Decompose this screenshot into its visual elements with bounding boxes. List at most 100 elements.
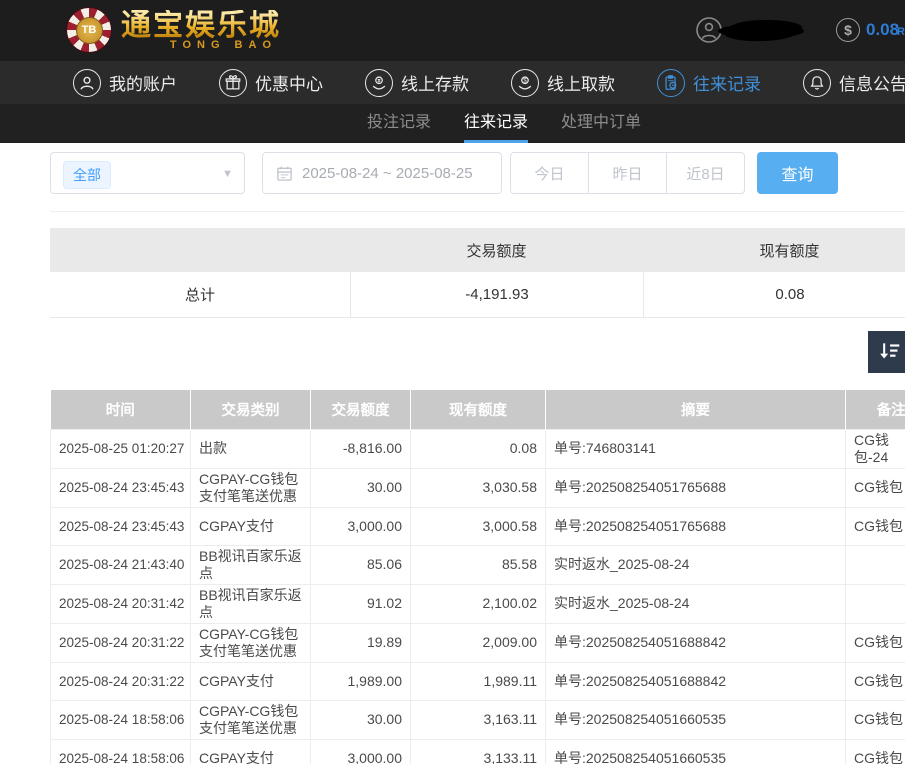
table-row: 2025-08-25 01:20:27 出款 -8,816.00 0.08 单号…: [51, 429, 905, 468]
cell-summary: 实时返水_2025-08-24: [546, 584, 846, 623]
cell-remark: CG钱包: [846, 468, 905, 507]
col-balance: 现有额度: [411, 390, 546, 429]
redacted-username: [724, 19, 803, 43]
top-header: TB 通宝娱乐城 TONG BAO $ 0.08 RMB: [0, 0, 905, 61]
cell-balance: 2,100.02: [411, 584, 546, 623]
nav-item-withdraw[interactable]: $ 线上取款: [511, 69, 619, 97]
cell-remark: CG钱包: [846, 507, 905, 545]
cell-remark: CG钱包: [846, 739, 905, 764]
col-summary: 摘要: [546, 390, 846, 429]
cell-balance: 1,989.11: [411, 662, 546, 700]
summary-total-label: 总计: [50, 272, 350, 317]
col-time: 时间: [51, 390, 191, 429]
nav-item-transaction-records[interactable]: 往来记录: [657, 69, 765, 97]
cell-amount: 3,000.00: [311, 739, 411, 764]
cell-summary: 单号:202508254051765688: [546, 507, 846, 545]
cell-time: 2025-08-24 20:31:22: [51, 623, 191, 662]
nav-label: 信息公告: [839, 70, 905, 95]
today-button[interactable]: 今日: [511, 153, 588, 193]
tab-betting-records[interactable]: 投注记录: [367, 104, 431, 143]
balance-amount: 0.08: [866, 20, 899, 40]
cell-amount: 85.06: [311, 545, 411, 584]
cell-type: CGPAY支付: [191, 507, 311, 545]
main-nav: 我的账户 优惠中心 线上存款 $ 线上取款: [0, 61, 905, 104]
gift-icon: [219, 69, 247, 97]
divider: [50, 211, 905, 212]
col-type: 交易类别: [191, 390, 311, 429]
cell-summary: 单号:746803141: [546, 429, 846, 468]
nav-label: 往来记录: [693, 70, 761, 95]
withdraw-icon: $: [511, 69, 539, 97]
tab-transaction-records[interactable]: 往来记录: [464, 104, 528, 143]
cell-remark: CG钱包: [846, 623, 905, 662]
transactions-table: 时间 交易类别 交易额度 现有额度 摘要 备注 2025-08-25 01:20…: [50, 390, 905, 764]
nav-label: 线上存款: [401, 70, 469, 95]
type-select[interactable]: 全部 ▼: [50, 152, 245, 194]
brand-logo[interactable]: TB 通宝娱乐城 TONG BAO: [66, 7, 281, 53]
cell-amount: 30.00: [311, 700, 411, 739]
cell-balance: 3,000.58: [411, 507, 546, 545]
nav-item-deposit[interactable]: 线上存款: [365, 69, 473, 97]
sub-nav: 投注记录 往来记录 处理中订单: [0, 104, 905, 143]
table-row: 2025-08-24 20:31:42 BB视讯百家乐返点 91.02 2,10…: [51, 584, 905, 623]
summary-header: 交易额度 现有额度: [50, 228, 905, 272]
cell-summary: 实时返水_2025-08-24: [546, 545, 846, 584]
svg-text:$: $: [523, 77, 527, 84]
last-8-days-button[interactable]: 近8日: [666, 153, 744, 193]
cell-time: 2025-08-24 21:43:40: [51, 545, 191, 584]
cell-remark: CG钱包: [846, 700, 905, 739]
calendar-icon: [276, 165, 293, 182]
cell-balance: 2,009.00: [411, 623, 546, 662]
cell-summary: 单号:202508254051660535: [546, 739, 846, 764]
yesterday-button[interactable]: 昨日: [588, 153, 666, 193]
cell-time: 2025-08-24 23:45:43: [51, 507, 191, 545]
cell-amount: 19.89: [311, 623, 411, 662]
cell-summary: 单号:202508254051765688: [546, 468, 846, 507]
cell-remark: CG钱包: [846, 662, 905, 700]
table-row: 2025-08-24 18:58:06 CGPAY支付 3,000.00 3,1…: [51, 739, 905, 764]
date-range-value: 2025-08-24 ~ 2025-08-25: [302, 165, 473, 182]
cell-balance: 3,030.58: [411, 468, 546, 507]
nav-item-my-account[interactable]: 我的账户: [73, 69, 181, 97]
brand-name: 通宝娱乐城: [121, 10, 281, 42]
cell-amount: 3,000.00: [311, 507, 411, 545]
brand-text: 通宝娱乐城 TONG BAO: [121, 10, 281, 51]
cell-balance: 85.58: [411, 545, 546, 584]
search-button[interactable]: 查询: [757, 152, 838, 194]
cell-remark: [846, 584, 905, 623]
cell-time: 2025-08-24 23:45:43: [51, 468, 191, 507]
cell-time: 2025-08-24 18:58:06: [51, 739, 191, 764]
cell-type: CGPAY支付: [191, 662, 311, 700]
col-amount: 交易额度: [311, 390, 411, 429]
sort-descending-button[interactable]: [868, 331, 905, 373]
summary-balance-value: 0.08: [643, 272, 905, 317]
quick-range-group: 今日 昨日 近8日: [510, 152, 745, 194]
table-row: 2025-08-24 20:31:22 CGPAY-CG钱包支付笔笔送优惠 19…: [51, 623, 905, 662]
sort-descending-icon: [876, 339, 902, 365]
tab-pending-orders[interactable]: 处理中订单: [561, 104, 641, 143]
summary-col-balance: 现有额度: [643, 240, 905, 261]
summary-total-row: 总计 -4,191.93 0.08: [50, 272, 905, 318]
summary-transaction-total: -4,191.93: [350, 272, 643, 317]
cell-summary: 单号:202508254051660535: [546, 700, 846, 739]
cell-type: CGPAY-CG钱包支付笔笔送优惠: [191, 700, 311, 739]
table-header-row: 时间 交易类别 交易额度 现有额度 摘要 备注: [51, 390, 905, 429]
selected-type-tag[interactable]: 全部: [63, 161, 111, 189]
user-zone: $ 0.08 RMB: [690, 0, 905, 61]
record-tabs: 投注记录 往来记录 处理中订单: [367, 104, 641, 143]
cell-amount: 30.00: [311, 468, 411, 507]
date-range-input[interactable]: 2025-08-24 ~ 2025-08-25: [262, 152, 502, 194]
cell-amount: 1,989.00: [311, 662, 411, 700]
cell-summary: 单号:202508254051688842: [546, 623, 846, 662]
cell-remark: [846, 545, 905, 584]
nav-label: 优惠中心: [255, 70, 323, 95]
nav-item-announcements[interactable]: 信息公告: [803, 69, 905, 97]
chip-label: TB: [76, 17, 103, 44]
user-icon: [73, 69, 101, 97]
bell-icon: [803, 69, 831, 97]
col-remark: 备注: [846, 390, 905, 429]
table-row: 2025-08-24 23:45:43 CGPAY支付 3,000.00 3,0…: [51, 507, 905, 545]
cell-type: BB视讯百家乐返点: [191, 584, 311, 623]
cell-time: 2025-08-24 18:58:06: [51, 700, 191, 739]
nav-item-promotions[interactable]: 优惠中心: [219, 69, 327, 97]
